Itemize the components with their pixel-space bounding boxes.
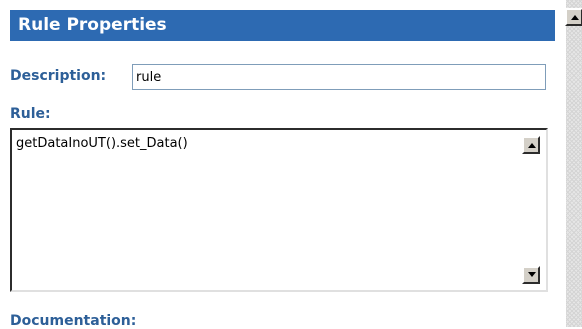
- panel-title: Rule Properties: [10, 10, 555, 41]
- rule-textarea[interactable]: getDataInoUT().set_Data(): [10, 128, 548, 292]
- triangle-down-icon: [528, 272, 536, 277]
- description-input[interactable]: [132, 64, 546, 90]
- scroll-down-button[interactable]: [522, 266, 540, 284]
- panel-scrollbar[interactable]: [566, 0, 582, 327]
- triangle-up-icon: [571, 15, 579, 20]
- panel-scroll-up-button[interactable]: [565, 8, 582, 26]
- rule-label: Rule:: [10, 106, 51, 122]
- description-label: Description:: [10, 68, 107, 84]
- scroll-up-button[interactable]: [522, 136, 540, 154]
- rule-text: getDataInoUT().set_Data(): [16, 136, 188, 151]
- triangle-up-icon: [528, 143, 536, 148]
